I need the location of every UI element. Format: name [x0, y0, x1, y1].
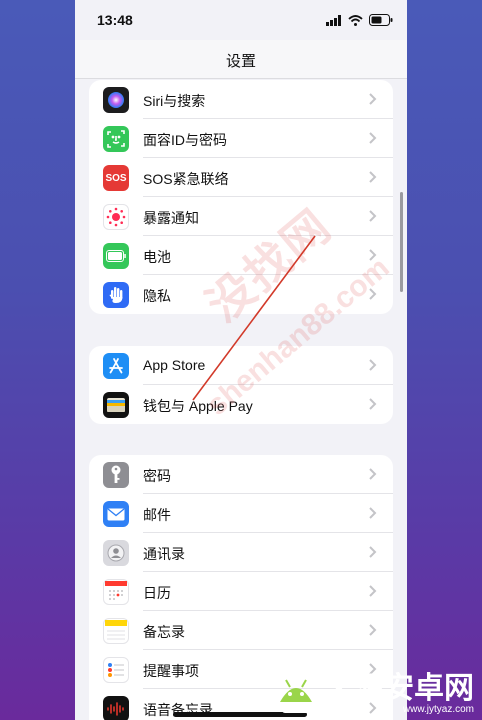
settings-row-label: 隐私 [143, 288, 171, 304]
chevron-right-icon [369, 624, 377, 636]
site-name: 天源安卓网 [324, 671, 474, 705]
exposure-icon [103, 204, 129, 230]
mail-icon [103, 501, 129, 527]
calendar-icon [103, 579, 129, 605]
chevron-right-icon [369, 93, 377, 105]
app-store-icon [103, 353, 129, 379]
face-id-icon [103, 126, 129, 152]
nav-bar: 设置 [75, 40, 407, 79]
siri-icon [103, 87, 129, 113]
wallet-icon [103, 392, 129, 418]
wifi-icon [348, 14, 363, 26]
status-bar: 13:48 [75, 0, 407, 40]
chevron-right-icon [369, 546, 377, 558]
settings-row-calendar[interactable]: 日历 [89, 572, 393, 611]
settings-row-label: 提醒事项 [143, 663, 199, 679]
settings-row-exposure[interactable]: 暴露通知 [89, 197, 393, 236]
voice-memos-icon [103, 696, 129, 720]
key-icon [103, 462, 129, 488]
settings-row-label: 通讯录 [143, 546, 185, 562]
chevron-right-icon [369, 359, 377, 371]
battery-status-icon [369, 14, 393, 26]
settings-row-mail[interactable]: 邮件 [89, 494, 393, 533]
status-icons [326, 14, 393, 26]
settings-row-siri[interactable]: Siri与搜索 [89, 80, 393, 119]
reminders-icon [103, 657, 129, 683]
chevron-right-icon [369, 171, 377, 183]
notes-icon [103, 618, 129, 644]
settings-row-label: 语音备忘录 [143, 702, 213, 718]
hand-icon [103, 282, 129, 308]
settings-row-label: Siri与搜索 [143, 93, 206, 109]
status-time: 13:48 [97, 12, 133, 28]
settings-row-label: 暴露通知 [143, 210, 199, 226]
sos-icon: SOS [103, 165, 129, 191]
settings-row-passwords[interactable]: 密码 [89, 455, 393, 494]
site-logo: 天源安卓网 www.jytyaz.com [274, 672, 474, 716]
chevron-right-icon [369, 585, 377, 597]
settings-row-label: App Store [143, 357, 206, 373]
chevron-right-icon [369, 468, 377, 480]
settings-row-notes[interactable]: 备忘录 [89, 611, 393, 650]
android-logo-icon [280, 679, 312, 713]
battery-icon [103, 243, 129, 269]
site-url: www.jytyaz.com [402, 703, 474, 715]
chevron-right-icon [369, 507, 377, 519]
settings-row-face-id[interactable]: 面容ID与密码 [89, 119, 393, 158]
settings-row-sos[interactable]: SOS SOS紧急联络 [89, 158, 393, 197]
settings-row-label: 邮件 [143, 507, 171, 523]
chevron-right-icon [369, 132, 377, 144]
settings-row-label: SOS紧急联络 [143, 171, 229, 187]
scroll-indicator[interactable] [400, 192, 403, 292]
settings-row-contacts[interactable]: 通讯录 [89, 533, 393, 572]
contacts-icon [103, 540, 129, 566]
cellular-signal-icon [326, 14, 341, 26]
chevron-right-icon [369, 210, 377, 222]
settings-row-label: 备忘录 [143, 624, 185, 640]
chevron-right-icon [369, 398, 377, 410]
settings-row-label: 日历 [143, 585, 171, 601]
settings-row-label: 电池 [143, 249, 171, 265]
settings-row-label: 面容ID与密码 [143, 132, 227, 148]
page-title: 设置 [225, 53, 256, 70]
phone-screen: 13:48 设置 Siri与搜索 面容ID与密码 SOS SOS紧急联络 暴露通… [75, 0, 407, 720]
settings-row-label: 密码 [143, 468, 171, 484]
